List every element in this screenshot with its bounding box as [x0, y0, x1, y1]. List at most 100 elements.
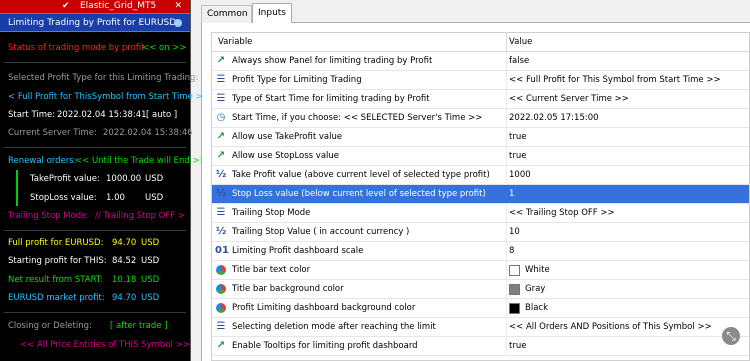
variable-value[interactable]: 10	[509, 227, 520, 237]
trailing-label: Trailing Stop Mode:	[8, 211, 90, 221]
table-row[interactable]: ↗ Allow use TakeProfit value true	[212, 128, 749, 147]
column-divider	[506, 147, 507, 165]
variable-name: Always show Panel for limiting trading b…	[232, 56, 433, 66]
divider	[4, 147, 186, 148]
variable-name: Title bar text color	[232, 265, 311, 275]
panel-title: Elastic_Grid_MT5	[80, 1, 157, 11]
column-divider	[506, 90, 507, 108]
start-time-mode[interactable]: [ auto ]	[146, 110, 177, 120]
variable-value[interactable]: << Full Profit for This Symbol from Star…	[509, 75, 721, 85]
integer-icon: 01	[215, 245, 229, 256]
trailing-value[interactable]: // Trailing Stop OFF >	[95, 211, 185, 221]
entities-value[interactable]: << All Price Entities of THIS Symbol >>	[20, 340, 190, 350]
closing-value[interactable]: [ after trade ]	[110, 321, 168, 331]
starting-profit-label: Starting profit for THIS:	[8, 256, 107, 266]
status-label: Status of trading mode by profit :	[8, 43, 151, 53]
server-time-label: Current Server Time:	[8, 128, 97, 138]
table-row[interactable]: ½ Trailing Stop Value ( in account curren…	[212, 223, 749, 242]
variable-name: Start Time, if you choose: << SELECTED S…	[232, 113, 483, 123]
market-profit-value: 94.70	[112, 293, 137, 303]
arrow-icon: ↗	[216, 150, 226, 161]
column-divider	[506, 109, 507, 127]
tab-inputs[interactable]: Inputs	[252, 3, 292, 23]
table-row[interactable]: ↗ Always show Panel for limiting trading …	[212, 52, 749, 71]
variable-value[interactable]: Black	[525, 303, 548, 313]
table-row[interactable]: ☰ Selecting deletion mode after reaching …	[212, 318, 749, 337]
table-row[interactable]: ☰ Type of Start Time for limiting trading…	[212, 90, 749, 109]
starting-profit-value: 84.52	[112, 256, 137, 266]
stoploss-value[interactable]: 1.00	[106, 193, 125, 203]
table-row[interactable]: ☰ Profit Type for Limiting Trading << Full…	[212, 71, 749, 90]
color-swatch[interactable]	[509, 284, 520, 295]
table-row[interactable]: 01 Limiting Profit dashboard scale 8	[212, 242, 749, 261]
table-row[interactable]: ½ Stop Loss value (below current level of…	[212, 185, 749, 204]
takeprofit-value[interactable]: 1000.00	[106, 174, 141, 184]
variable-name: Type of Start Time for limiting trading …	[232, 94, 430, 104]
variable-value[interactable]: true	[509, 151, 526, 161]
variable-value[interactable]: 2022.02.05 17:15:00	[509, 113, 599, 123]
variable-name: Profit Type for Limiting Trading	[232, 75, 362, 85]
variable-value[interactable]: << Current Server Time >>	[509, 94, 629, 104]
stoploss-unit: USD	[145, 193, 164, 203]
variable-value[interactable]: true	[509, 132, 526, 142]
table-row[interactable]: ↗ Allow use StopLoss value true	[212, 147, 749, 166]
renewal-label: Renewal orders:	[8, 156, 77, 166]
variable-value[interactable]: 1000	[509, 170, 531, 180]
full-profit-value: 94.70	[112, 238, 137, 248]
table-row[interactable]: ↗ Enable Tooltips for limiting profit das…	[212, 337, 749, 356]
clock-icon: ◷	[216, 112, 226, 123]
panel-titlebar[interactable]: ✔ Elastic_Grid_MT5 ✕	[0, 0, 190, 13]
screen: ✔ Elastic_Grid_MT5 ✕ Limiting Trading by…	[0, 0, 750, 361]
color-swatch[interactable]	[509, 303, 520, 314]
variable-value[interactable]: White	[525, 265, 550, 275]
takeprofit-label: TakeProfit value:	[30, 174, 100, 184]
double-icon: ½	[215, 169, 227, 180]
arrow-icon: ↗	[216, 340, 226, 351]
status-value[interactable]: << on >>	[142, 43, 186, 53]
panel-header-text: Limiting Trading by Profit for EURUSD	[8, 18, 177, 28]
column-divider	[506, 261, 507, 279]
renewal-value[interactable]: << Until the Trade will End >>	[75, 156, 207, 166]
takeprofit-unit: USD	[145, 174, 164, 184]
variable-value[interactable]: 8	[509, 246, 514, 256]
column-header-variable[interactable]: Variable	[218, 37, 252, 47]
tab-common[interactable]: Common	[201, 5, 252, 23]
table-row[interactable]: Title bar text color White	[212, 261, 749, 280]
column-divider	[506, 280, 507, 298]
enum-icon: ☰	[216, 321, 226, 332]
column-header-value[interactable]: Value	[509, 37, 532, 47]
variable-value[interactable]: Gray	[525, 284, 545, 294]
variable-value[interactable]: 1	[509, 189, 514, 199]
enum-icon: ☰	[216, 93, 226, 104]
table-row[interactable]: ☰ Trailing Stop Mode << Trailing Stop OFF …	[212, 204, 749, 223]
table-row[interactable]: Profit Limiting dashboard background col…	[212, 299, 749, 318]
resize-grip-icon[interactable]: ⤡	[722, 327, 740, 345]
status-dot-icon[interactable]	[174, 19, 182, 27]
variable-value[interactable]: true	[509, 341, 526, 351]
column-divider	[506, 166, 507, 184]
grid-header: Variable Value	[212, 33, 749, 52]
column-divider[interactable]	[506, 33, 507, 52]
variable-value[interactable]: << Trailing Stop OFF >>	[509, 208, 615, 218]
variable-value[interactable]: false	[509, 56, 529, 66]
table-row[interactable]: Title bar background color Gray	[212, 280, 749, 299]
column-divider	[506, 52, 507, 70]
column-divider	[506, 337, 507, 355]
selected-type-value[interactable]: < Full Profit for ThisSymbol from Start …	[8, 92, 203, 102]
table-row[interactable]: ◷ Start Time, if you choose: << SELECTED …	[212, 109, 749, 128]
table-row[interactable]: ½ Take Profit value (above current level …	[212, 166, 749, 185]
variable-name: Trailing Stop Value ( in account currenc…	[232, 227, 410, 237]
enum-icon: ☰	[216, 207, 226, 218]
variable-name: Take Profit value (above current level o…	[232, 170, 490, 180]
variable-name: Allow use StopLoss value	[232, 151, 340, 161]
divider	[4, 62, 186, 63]
close-icon[interactable]: ✕	[174, 0, 182, 13]
column-divider	[506, 299, 507, 317]
panel-header: Limiting Trading by Profit for EURUSD	[0, 13, 190, 32]
start-time-label: Start Time:	[8, 110, 56, 120]
net-result-value: 10.18	[112, 275, 137, 285]
column-divider	[506, 223, 507, 241]
color-icon	[216, 303, 226, 313]
variable-value[interactable]: << All Orders AND Positions of This Symb…	[509, 322, 712, 332]
color-swatch[interactable]	[509, 265, 520, 276]
